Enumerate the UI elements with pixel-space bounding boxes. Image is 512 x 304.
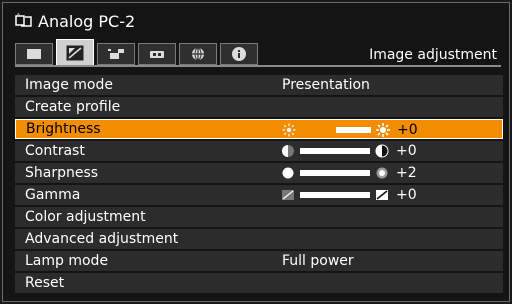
info-icon bbox=[232, 47, 246, 61]
tab-image-adjustment[interactable] bbox=[56, 39, 94, 65]
menu-item-label: Image mode bbox=[25, 77, 113, 93]
bright-sun-icon bbox=[375, 122, 391, 138]
sharpness-track bbox=[300, 170, 370, 176]
menu-item-gamma[interactable]: Gamma +0 bbox=[15, 185, 503, 205]
contrast-track bbox=[300, 148, 370, 154]
screen-icon bbox=[27, 49, 41, 59]
menu-item-label: Color adjustment bbox=[25, 209, 146, 225]
lamp-mode-value: Full power bbox=[282, 253, 354, 269]
section-title: Image adjustment bbox=[369, 47, 497, 63]
contrast-value: +0 bbox=[396, 143, 417, 159]
brightness-value: +0 bbox=[397, 122, 418, 138]
sharp-dot-icon bbox=[374, 165, 390, 181]
menu-item-create-profile[interactable]: Create profile bbox=[15, 97, 503, 117]
contrast-fill bbox=[300, 148, 335, 154]
dim-sun-icon bbox=[281, 122, 297, 138]
menu-item-label: Sharpness bbox=[25, 165, 99, 181]
contrast-slider[interactable]: +0 bbox=[280, 143, 417, 159]
menu-item-brightness[interactable]: Brightness +0 bbox=[15, 119, 503, 139]
osd-menu-window: A Analog PC-2 Image adjustment Image mod… bbox=[2, 2, 510, 302]
contrast-high-icon bbox=[374, 143, 390, 159]
tab-installation[interactable] bbox=[97, 43, 135, 65]
menu-item-label: Create profile bbox=[25, 99, 121, 115]
image-adjust-icon bbox=[66, 45, 84, 60]
input-source-icon: A bbox=[15, 13, 32, 27]
gamma-fill bbox=[300, 192, 335, 198]
tab-network[interactable] bbox=[179, 43, 217, 65]
gamma-track bbox=[300, 192, 370, 198]
menu-item-reset[interactable]: Reset bbox=[15, 273, 503, 293]
gamma-value: +0 bbox=[396, 187, 417, 203]
menu-item-lamp-mode[interactable]: Lamp mode Full power bbox=[15, 251, 503, 271]
menu-item-label: Reset bbox=[25, 275, 65, 291]
menu-item-label: Brightness bbox=[26, 121, 101, 137]
input-header: A Analog PC-2 bbox=[15, 9, 135, 33]
image-mode-value: Presentation bbox=[282, 77, 370, 93]
gamma-high-icon bbox=[374, 187, 390, 203]
network-icon bbox=[192, 47, 204, 61]
menu-item-contrast[interactable]: Contrast +0 bbox=[15, 141, 503, 161]
menu-item-image-mode[interactable]: Image mode Presentation bbox=[15, 75, 503, 95]
install-icon bbox=[108, 49, 124, 59]
tab-system[interactable] bbox=[138, 43, 176, 65]
tab-divider bbox=[15, 65, 501, 67]
tab-screen[interactable] bbox=[15, 43, 53, 65]
input-source-title: Analog PC-2 bbox=[38, 11, 136, 31]
sharpness-value: +2 bbox=[396, 165, 417, 181]
contrast-low-icon bbox=[280, 143, 296, 159]
menu-item-color-adjustment[interactable]: Color adjustment bbox=[15, 207, 503, 227]
image-adjustment-menu: Image mode Presentation Create profile B… bbox=[15, 75, 503, 295]
tab-information[interactable] bbox=[220, 43, 258, 65]
soft-dot-icon bbox=[280, 165, 296, 181]
system-icon bbox=[150, 51, 164, 58]
brightness-slider[interactable]: +0 bbox=[281, 122, 418, 138]
menu-item-sharpness[interactable]: Sharpness +2 bbox=[15, 163, 503, 183]
menu-item-label: Gamma bbox=[25, 187, 81, 203]
sharpness-fill bbox=[300, 170, 342, 176]
menu-item-label: Advanced adjustment bbox=[25, 231, 179, 247]
menu-item-label: Lamp mode bbox=[25, 253, 109, 269]
gamma-low-icon bbox=[280, 187, 296, 203]
menu-tab-bar bbox=[15, 39, 261, 65]
brightness-fill bbox=[301, 127, 336, 133]
gamma-slider[interactable]: +0 bbox=[280, 187, 417, 203]
svg-text:A: A bbox=[17, 13, 20, 17]
sharpness-slider[interactable]: +2 bbox=[280, 165, 417, 181]
menu-item-label: Contrast bbox=[25, 143, 85, 159]
brightness-track bbox=[301, 127, 371, 133]
menu-item-advanced-adjustment[interactable]: Advanced adjustment bbox=[15, 229, 503, 249]
